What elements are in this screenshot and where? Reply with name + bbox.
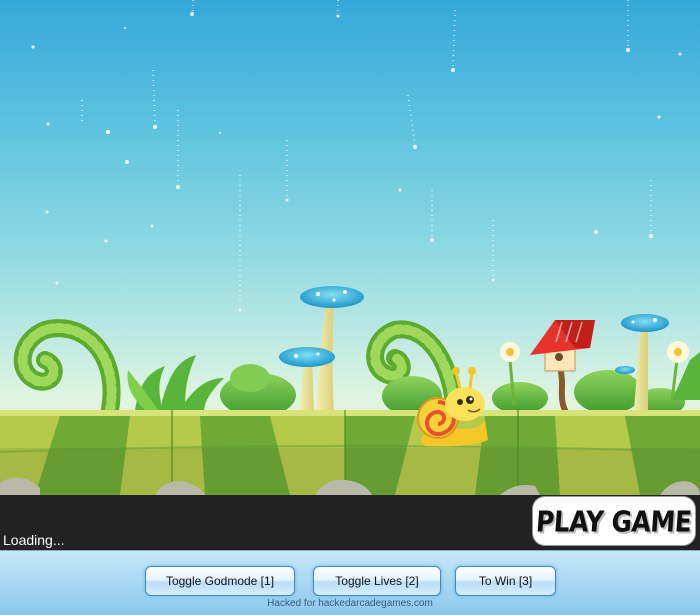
game-scene[interactable] bbox=[0, 0, 700, 495]
grass-tuft bbox=[127, 355, 224, 410]
toggle-lives-button[interactable]: Toggle Lives [2] bbox=[313, 566, 441, 596]
play-game-label: PLAY GAME bbox=[535, 504, 693, 538]
loading-text: Loading... bbox=[3, 532, 65, 548]
play-game-button[interactable]: PLAY GAME bbox=[533, 497, 695, 545]
toggle-godmode-button[interactable]: Toggle Godmode [1] bbox=[145, 566, 295, 596]
game-artwork bbox=[0, 0, 700, 495]
bush-3 bbox=[492, 382, 548, 414]
flower-right bbox=[667, 341, 700, 401]
bush-1 bbox=[220, 364, 296, 417]
credit-text: Hacked for hackedarcadegames.com bbox=[267, 598, 433, 609]
bush-4 bbox=[574, 370, 685, 416]
to-win-button[interactable]: To Win [3] bbox=[455, 566, 556, 596]
curly-vine-left bbox=[13, 319, 121, 419]
